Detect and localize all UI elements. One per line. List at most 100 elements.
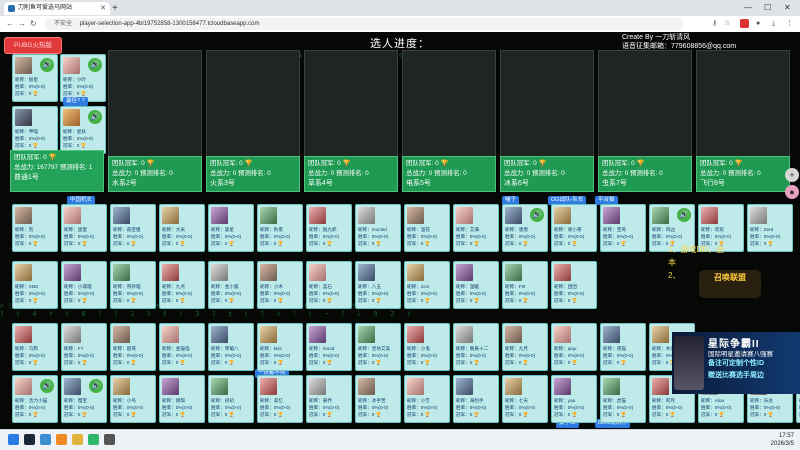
- pool-player-card[interactable]: 昵称：团团 胜率：0%(0-0) 冠军：0 🏆: [551, 261, 597, 309]
- pool-player-card[interactable]: 昵称：XDD 胜率：0%(0-0) 冠军：0 🏆: [12, 261, 58, 309]
- pool-player-card[interactable]: 昵称：冰手苦 胜率：0%(0-0) 冠军：0 🏆: [355, 375, 401, 423]
- pool-player-card[interactable]: 昵称：FY 胜率：0%(0-0) 冠军：0 🏆: [61, 323, 107, 371]
- promo-banner[interactable]: 星际争霸II 国际明星邀请赛八强赛 备注可定制个性ID 赠送比赛选手周边: [672, 332, 800, 394]
- folder-icon[interactable]: [72, 434, 83, 445]
- pool-player-card[interactable]: 昵称：超哥 胜率：0%(0-0) 冠军：0 🏆: [110, 323, 156, 371]
- player-name: 昵称：刚琪: [162, 398, 185, 403]
- rules-text-2: 本: [668, 258, 676, 267]
- pool-player-card[interactable]: 昵称：晚辰十二 胜率：0%(0-0) 冠军：0 🏆: [453, 323, 499, 371]
- browser-tab[interactable]: 刀削鱼可爱选马网站 ✕: [4, 2, 110, 15]
- speaker-icon[interactable]: 🔊: [88, 110, 102, 124]
- pool-player-card[interactable]: 昵称：小艺 胜率：0%(0-0) 冠军：0 🏆: [404, 375, 450, 423]
- pool-player-card[interactable]: 🔊 昵称：慢宝 胜率：0%(0-0) 冠军：0 🏆: [61, 375, 107, 423]
- forward-icon[interactable]: →: [18, 19, 26, 29]
- pool-player-card[interactable]: 昵称：yaa 胜率：0%(0-0) 冠军：0 🏆: [551, 375, 597, 423]
- pool-player-card[interactable]: 昵称：八五 胜率：0%(0-0) 冠军：0 🏆: [355, 261, 401, 309]
- pool-player-card[interactable]: 昵称：小鸟 胜率：0%(0-0) 冠军：0 🏆: [110, 375, 156, 423]
- pool-player-card[interactable]: 昵称：小城喵 胜率：0%(0-0) 冠军：0 🏆: [61, 261, 107, 309]
- bookmark-star-icon[interactable]: ☆: [724, 19, 730, 29]
- maximize-icon[interactable]: ☐: [764, 2, 771, 14]
- pool-player-card[interactable]: 昵称：海豹手 胜率：0%(0-0) 冠军：0 🏆: [453, 375, 499, 423]
- menu-icon[interactable]: ⋮: [786, 19, 793, 29]
- start-icon[interactable]: [8, 434, 19, 445]
- pool-player-card[interactable]: 🔊 昵称：唐唐 胜率：0%(0-0) 冠军：0 🏆: [502, 204, 548, 252]
- profile-icon[interactable]: ●: [756, 19, 760, 29]
- extension-icon[interactable]: [740, 19, 749, 28]
- downloads-icon[interactable]: ⤓: [772, 19, 775, 29]
- tool-icon[interactable]: [56, 434, 67, 445]
- pool-player-card[interactable]: 昵称：虎猫 胜率：0%(0-0) 冠军：0 🏆: [600, 375, 646, 423]
- pool-player-card[interactable]: 昵称：九点 胜率：0%(0-0) 冠军：0 🏆: [159, 261, 205, 309]
- pool-player-card[interactable]: 昵称：皇坊艾美 胜率：0%(0-0) 冠军：0 🏆: [355, 323, 401, 371]
- team1-player-card[interactable]: 🔊 昵称：小叶 胜率：0%(0-0) 冠军：0 🏆: [60, 54, 106, 102]
- pool-player-card[interactable]: 🔊 昵称：活力小猫 胜率：0%(0-0) 冠军：0 🏆: [12, 375, 58, 423]
- toggle-icon[interactable]: ●: [785, 185, 799, 199]
- reload-icon[interactable]: ↻: [30, 19, 37, 29]
- pool-player-card[interactable]: 昵称：零葡八 胜率：0%(0-0) 冠军：0 🏆: [208, 323, 254, 371]
- team-column-3: [206, 50, 300, 162]
- pool-player-card[interactable]: 昵称：qiqu 胜率：0%(0-0) 冠军：0 🏆: [551, 323, 597, 371]
- pool-player-card[interactable]: 昵称：金猫怪 胜率：0%(0-0) 冠军：0 🏆: [159, 323, 205, 371]
- pool-player-card[interactable]: 昵称：大米 胜率：0%(0-0) 冠军：0 🏆: [159, 204, 205, 252]
- close-window-icon[interactable]: ✕: [784, 2, 791, 14]
- pool-player-card[interactable]: 昵称：蓝石 胜率：0%(0-0) 冠军：0 🏆: [306, 261, 352, 309]
- pool-player-card[interactable]: 昵称：九月 胜率：0%(0-0) 冠军：0 🏆: [502, 323, 548, 371]
- team-column-8: [696, 50, 790, 162]
- pool-player-card[interactable]: 昵称：七天 胜率：0%(0-0) 冠军：0 🏆: [502, 375, 548, 423]
- player-name: 昵称：星妖: [63, 129, 86, 134]
- team1-player-card[interactable]: 🔊 昵称：极星 胜率：0%(0-0) 冠军：0 🏆: [12, 54, 58, 102]
- pool-player-card[interactable]: 昵称：mood 胜率：0%(0-0) 冠军：0 🏆: [306, 323, 352, 371]
- pool-player-card[interactable]: 昵称：蛋蛋 胜率：0%(0-0) 冠军：0 🏆: [61, 204, 107, 252]
- pool-player-card[interactable]: 昵称：金小狐 胜率：0%(0-0) 冠军：0 🏆: [208, 261, 254, 309]
- address-bar[interactable]: 不安全 player-selection-app-4bl19752858-130…: [44, 18, 684, 30]
- player-winrate: 胜率：0%(0-0): [358, 234, 389, 239]
- pool-player-card[interactable]: 昵称：美忆 胜率：0%(0-0) 冠军：0 🏆: [257, 375, 303, 423]
- chat-icon[interactable]: [88, 434, 99, 445]
- player-name: 昵称：鸡凶: [652, 227, 675, 232]
- pool-player-card[interactable]: 昵称：燕铃喵 胜率：0%(0-0) 冠军：0 🏆: [110, 261, 156, 309]
- player-champ: 冠军：0 🏆: [309, 412, 333, 417]
- pool-player-card[interactable]: 昵称：悬乔 胜率：0%(0-0) 冠军：0 🏆: [306, 375, 352, 423]
- speaker-icon[interactable]: 🔊: [677, 208, 691, 222]
- close-tab-icon[interactable]: ✕: [100, 2, 106, 15]
- pool-player-card[interactable]: 昵称：小木 胜率：0%(0-0) 冠军：0 🏆: [257, 261, 303, 309]
- pool-player-card[interactable]: 昵称：温暖 胜率：0%(0-0) 冠军：0 🏆: [453, 261, 499, 309]
- speaker-icon[interactable]: 🔊: [89, 379, 103, 393]
- browser-icon[interactable]: [40, 434, 51, 445]
- pool-player-card[interactable]: 昵称：mocted 胜率：0%(0-0) 冠军：0 🏆: [355, 204, 401, 252]
- team1-player-card[interactable]: 昵称：甲喵 胜率：0%(0-0) 冠军：0 🏆: [12, 106, 58, 154]
- new-tab-button[interactable]: +: [112, 2, 118, 15]
- pool-player-card[interactable]: 昵称：森宝姐 胜率：0%(0-0) 冠军：0 🏆: [110, 204, 156, 252]
- pool-player-card[interactable]: 昵称：初初 胜率：0%(0-0) 冠军：0 🏆: [208, 375, 254, 423]
- pool-player-card[interactable]: 昵称：刚琪 胜率：0%(0-0) 冠军：0 🏆: [159, 375, 205, 423]
- pool-player-card[interactable]: 昵称：果小茶 胜率：0%(0-0) 冠军：0 🏆: [551, 204, 597, 252]
- pool-player-card[interactable]: 昵称：晨星 胜率：0%(0-0) 冠军：0 🏆: [208, 204, 254, 252]
- pool-player-card[interactable]: 昵称：小鬼 胜率：0%(0-0) 冠军：0 🏆: [404, 323, 450, 371]
- player-name: 昵称：mocted: [358, 227, 387, 232]
- pool-player-card[interactable]: 昵称：夜猫 胜率：0%(0-0) 冠军：0 🏆: [600, 323, 646, 371]
- key-icon[interactable]: ⚷: [712, 19, 717, 29]
- speaker-icon[interactable]: 🔊: [40, 58, 54, 72]
- pool-player-card[interactable]: 昵称：宝哥 胜率：0%(0-0) 冠军：0 🏆: [600, 204, 646, 252]
- scroll-up-icon[interactable]: +: [785, 168, 799, 182]
- pool-player-card[interactable]: 昵称：FIII 胜率：0%(0-0) 冠军：0 🏆: [502, 261, 548, 309]
- pool-player-card[interactable]: 昵称：kiss 胜率：0%(0-0) 冠军：0 🏆: [257, 323, 303, 371]
- minimize-icon[interactable]: —: [744, 2, 752, 14]
- pool-player-card[interactable]: 昵称：icon 胜率：0%(0-0) 冠军：0 🏆: [404, 261, 450, 309]
- pool-player-card[interactable]: 昵称：乌鸦 胜率：0%(0-0) 冠军：0 🏆: [12, 323, 58, 371]
- pool-player-card[interactable]: 昵称：Zerd 胜率：0%(0-0) 冠军：0 🏆: [747, 204, 793, 252]
- team1-player-card[interactable]: 🔊 昵称：星妖 胜率：0%(0-0) 冠军：0 🏆: [60, 106, 106, 154]
- pool-player-card[interactable]: 昵称：艾满 胜率：0%(0-0) 冠军：0 🏆: [453, 204, 499, 252]
- player-winrate: 胜率：0%(0-0): [309, 234, 340, 239]
- pool-player-card[interactable]: 昵称：秋景 胜率：0%(0-0) 冠军：0 🏆: [257, 204, 303, 252]
- speaker-icon[interactable]: 🔊: [530, 208, 544, 222]
- speaker-icon[interactable]: 🔊: [40, 379, 54, 393]
- pool-player-card[interactable]: 昵称：凯 胜率：0%(0-0) 冠军：0 🏆: [12, 204, 58, 252]
- steam-icon[interactable]: [24, 434, 35, 445]
- player-champ: 冠军：0 🏆: [358, 360, 382, 365]
- pool-player-card[interactable]: 昵称：温花 胜率：0%(0-0) 冠军：0 🏆: [404, 204, 450, 252]
- app-icon[interactable]: [104, 434, 115, 445]
- speaker-icon[interactable]: 🔊: [88, 58, 102, 72]
- pool-player-card[interactable]: 昵称：猴九抓 胜率：0%(0-0) 冠军：0 🏆: [306, 204, 352, 252]
- back-icon[interactable]: ←: [6, 19, 14, 29]
